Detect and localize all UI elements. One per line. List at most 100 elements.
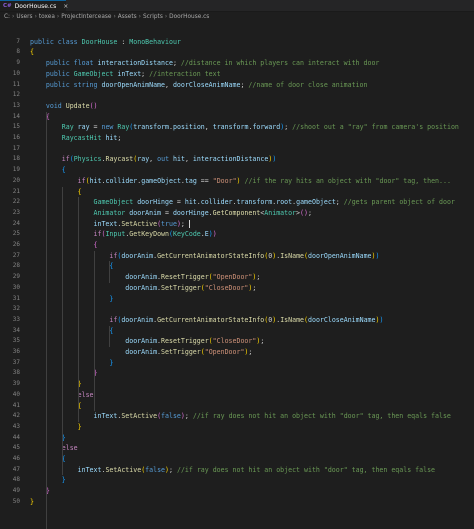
code-line[interactable]: 21 { [0, 187, 474, 197]
code-line[interactable]: 48 } [0, 475, 474, 485]
code-line[interactable]: 34 { [0, 326, 474, 336]
code-line[interactable]: 14 { [0, 112, 474, 122]
code-line[interactable]: 50} [0, 497, 474, 507]
code-line[interactable]: 32 [0, 304, 474, 314]
breadcrumb-item[interactable]: Scripts [143, 14, 163, 20]
breadcrumb-item[interactable]: toxea [39, 14, 55, 20]
close-icon[interactable]: × [63, 3, 68, 10]
chevron-right-icon: › [56, 14, 60, 20]
code-line[interactable]: 25 if(Input.GetKeyDown(KeyCode.E)) [0, 229, 474, 239]
line-number: 18 [12, 155, 20, 163]
code-line[interactable]: 36 doorAnim.SetTrigger("OpenDoor"); [0, 347, 474, 357]
code-text: else [30, 443, 78, 453]
code-token: SetActive [105, 465, 142, 474]
code-line[interactable]: 18 if(Physics.Raycast(ray, out hit, inte… [0, 154, 474, 164]
code-text: } [30, 294, 113, 304]
code-token: GetCurrentAnimatorStateInfo [157, 251, 265, 260]
code-text: inText.SetActive(false); //if ray does n… [30, 411, 451, 421]
code-token: ResetTrigger [161, 337, 209, 346]
code-line[interactable]: 28 { [0, 261, 474, 271]
code-line[interactable]: 39 } [0, 379, 474, 389]
code-token: "Door" [212, 176, 237, 185]
code-line[interactable]: 49 } [0, 486, 474, 496]
code-token: ; [141, 69, 150, 78]
code-line[interactable]: 23 Animator doorAnim = doorHinge.GetComp… [0, 208, 474, 218]
code-text: } [30, 368, 98, 378]
code-token: RaycastHit [30, 134, 106, 142]
code-line[interactable]: 42 inText.SetActive(false); //if ray doe… [0, 411, 474, 421]
line-number: 28 [12, 262, 20, 270]
indent-guide [109, 325, 111, 347]
code-line[interactable]: 20 if(hit.collider.gameObject.tag == "Do… [0, 176, 474, 186]
code-line[interactable]: 38 } [0, 368, 474, 378]
code-token: public [30, 37, 58, 46]
code-token: ) [212, 230, 217, 239]
breadcrumb-item[interactable]: Users [16, 14, 32, 20]
line-number: 24 [12, 219, 20, 227]
code-line[interactable]: 7 public class DoorHouse : MonoBehaviour [0, 37, 474, 47]
code-token: ; [252, 283, 257, 292]
code-line[interactable]: 26 { [0, 240, 474, 250]
code-line[interactable]: 47 inText.SetActive(false); //if ray doe… [0, 465, 474, 475]
breadcrumb-item[interactable]: Assets [118, 14, 137, 20]
code-line[interactable]: 9 public float interactionDistance; //di… [0, 58, 474, 68]
code-line[interactable]: 12 [0, 90, 474, 100]
code-token: } [30, 369, 98, 378]
code-line[interactable]: 24 inText.SetActive(true); [0, 219, 474, 229]
code-token: Ray [30, 123, 78, 132]
tab-doorhouse-cs[interactable]: C# DoorHouse.cs × [0, 0, 68, 11]
code-token: ResetTrigger [161, 273, 209, 282]
code-token: hit [89, 176, 102, 185]
code-line[interactable]: 37 } [0, 358, 474, 368]
code-line[interactable]: 10 public GameObject inText; //interacti… [0, 69, 474, 79]
code-line[interactable]: 46 { [0, 454, 474, 464]
code-line[interactable]: 17 [0, 144, 474, 154]
code-line[interactable]: 33 if(doorAnim.GetCurrentAnimatorStateIn… [0, 315, 474, 325]
code-line[interactable]: 15 Ray ray = new Ray(transform.position,… [0, 122, 474, 132]
code-line[interactable]: 8{ [0, 47, 474, 57]
code-line[interactable]: 16 RaycastHit hit; [0, 133, 474, 143]
code-line[interactable]: 43 } [0, 422, 474, 432]
code-line[interactable]: 31 } [0, 294, 474, 304]
code-line[interactable]: 44 } [0, 433, 474, 443]
code-token: gameObject [141, 176, 181, 185]
code-token: hit [173, 155, 185, 164]
code-token: if [30, 315, 118, 324]
code-token: doorAnim [121, 315, 154, 324]
code-token: void [30, 101, 66, 110]
breadcrumb-item[interactable]: C: [4, 14, 10, 20]
code-line[interactable]: 27 if(doorAnim.GetCurrentAnimatorStateIn… [0, 251, 474, 261]
code-line[interactable] [0, 26, 474, 36]
code-token: public [30, 80, 74, 89]
line-number: 30 [12, 283, 20, 291]
code-line[interactable]: 35 doorAnim.ResetTrigger("CloseDoor"); [0, 336, 474, 346]
code-token: float [73, 59, 98, 68]
line-number: 19 [12, 166, 20, 174]
code-text: if(Physics.Raycast(ray, out hit, interac… [30, 154, 277, 164]
code-token: = [172, 198, 185, 207]
code-line[interactable]: 19 { [0, 165, 474, 175]
code-line[interactable]: 13 void Update() [0, 101, 474, 111]
code-token: string [73, 80, 102, 89]
line-number: 7 [16, 37, 20, 45]
code-line[interactable]: 41 { [0, 401, 474, 411]
code-line[interactable]: 11 public string doorOpenAnimName, doorC… [0, 80, 474, 90]
code-editor[interactable]: 7 public class DoorHouse : MonoBehaviour 8… [0, 26, 474, 529]
code-token: collider [200, 198, 233, 207]
code-token: "CloseDoor" [204, 283, 249, 292]
code-line[interactable]: 29 doorAnim.ResetTrigger("OpenDoor"); [0, 272, 474, 282]
breadcrumb-item[interactable]: DoorHouse.cs [169, 14, 209, 20]
chevron-right-icon: › [138, 14, 141, 20]
breadcrumb-item[interactable]: ProjectIntercease [61, 14, 111, 20]
line-number: 48 [12, 476, 20, 484]
code-line[interactable]: 22 GameObject doorHinge = hit.collider.t… [0, 197, 474, 207]
line-number: 16 [12, 134, 20, 141]
code-text: public GameObject inText; //interaction … [30, 69, 221, 79]
line-number: 15 [12, 123, 20, 131]
code-line[interactable]: 45 else [0, 443, 474, 453]
code-token: inText [30, 219, 118, 228]
code-line[interactable]: 40 else [0, 390, 474, 400]
code-token: ; [284, 123, 293, 132]
code-line[interactable]: 30 doorAnim.SetTrigger("CloseDoor"); [0, 283, 474, 293]
code-token: if [30, 176, 86, 185]
